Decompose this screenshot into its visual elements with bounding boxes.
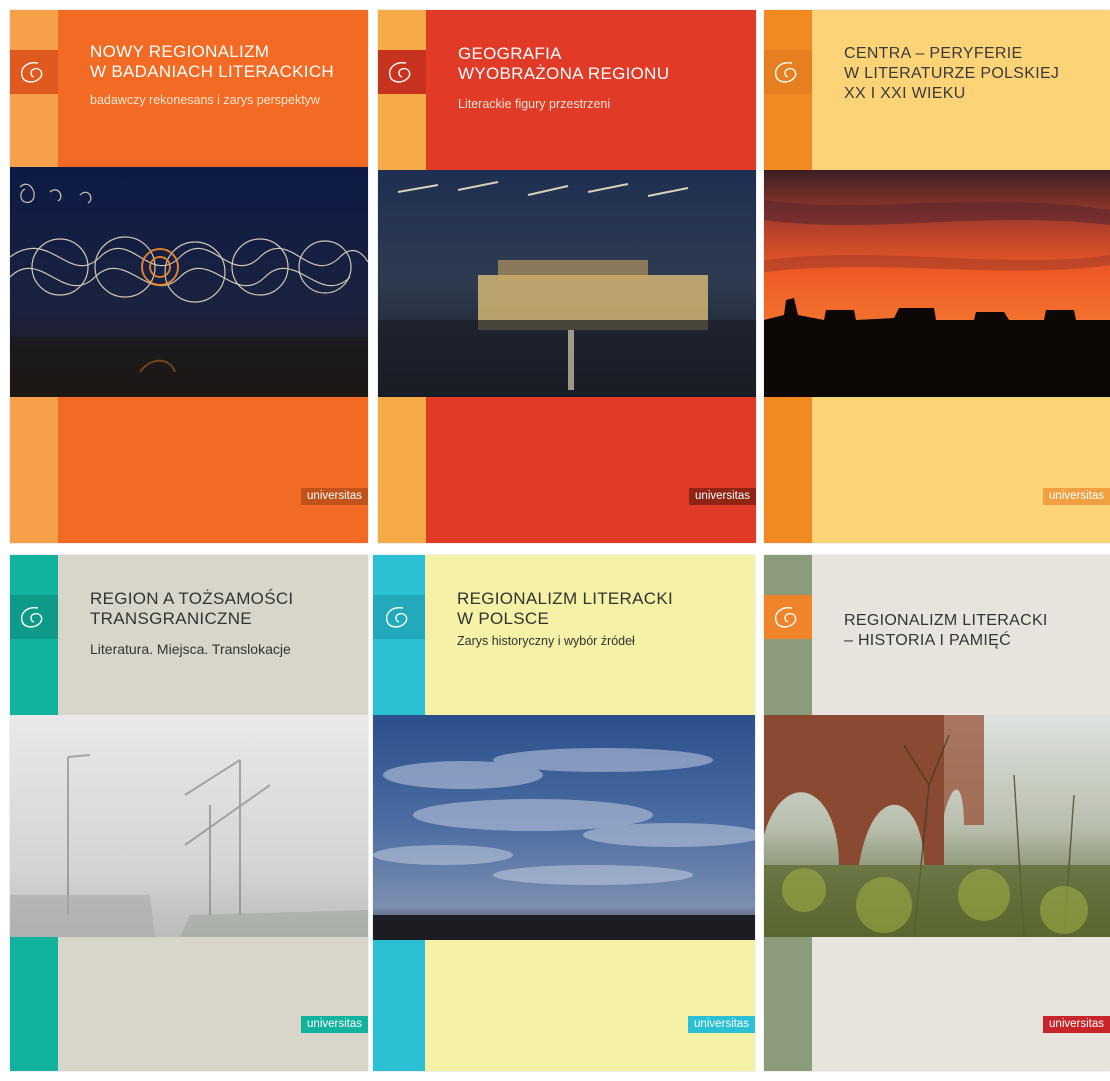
book-title: REGIONALIZM LITERACKI W POLSCE <box>457 589 674 628</box>
book-title: REGION A TOŻSAMOŚCI TRANSGRANICZNE <box>90 589 294 628</box>
cover-photo-blurred-city-night <box>378 170 756 397</box>
book-subtitle: badawczy rekonesans i zarys perspektyw <box>90 93 320 107</box>
book-cover-regionalizm-historia-i-pamiec[interactable]: REGIONALIZM LITERACKI – HISTORIA I PAMIĘ… <box>764 555 1110 1071</box>
publisher-label: universitas <box>1043 488 1110 505</box>
book-title: NOWY REGIONALIZM W BADANIACH LITERACKICH <box>90 42 334 81</box>
book-cover-centra-peryferie[interactable]: CENTRA – PERYFERIE W LITERATURZE POLSKIE… <box>764 10 1110 543</box>
book-subtitle: Zarys historyczny i wybór źródeł <box>457 634 635 648</box>
series-logo-icon <box>10 50 58 94</box>
cover-photo-cloudy-sky <box>373 715 755 940</box>
book-title: REGIONALIZM LITERACKI – HISTORIA I PAMIĘ… <box>844 612 1048 649</box>
book-title: CENTRA – PERYFERIE W LITERATURZE POLSKIE… <box>844 45 1060 102</box>
series-logo-icon <box>378 50 426 94</box>
series-logo-icon <box>764 50 812 94</box>
publisher-label: universitas <box>301 1016 368 1033</box>
series-logo-icon <box>373 595 425 639</box>
book-cover-region-a-tozsamosci[interactable]: REGION A TOŻSAMOŚCI TRANSGRANICZNE Liter… <box>10 555 368 1071</box>
book-title: GEOGRAFIA WYOBRAŻONA REGIONU <box>458 44 670 83</box>
cover-photo-brick-viaduct <box>764 715 1110 937</box>
series-logo-icon <box>10 595 58 639</box>
series-logo-icon <box>764 595 812 639</box>
publisher-label: universitas <box>689 488 756 505</box>
book-cover-regionalizm-w-polsce[interactable]: REGIONALIZM LITERACKI W POLSCE Zarys his… <box>373 555 755 1071</box>
book-cover-nowy-regionalizm[interactable]: NOWY REGIONALIZM W BADANIACH LITERACKICH… <box>10 10 368 543</box>
publisher-label: universitas <box>301 488 368 505</box>
book-subtitle: Literatura. Miejsca. Translokacje <box>90 641 291 657</box>
book-cover-geografia-wyobrazona[interactable]: GEOGRAFIA WYOBRAŻONA REGIONU Literackie … <box>378 10 756 543</box>
cover-photo-sunset-skyline <box>764 170 1110 397</box>
cover-photo-foggy-railway <box>10 715 368 937</box>
publisher-label: universitas <box>1043 1016 1110 1033</box>
book-subtitle: Literackie figury przestrzeni <box>458 97 611 111</box>
cover-photo-light-trails <box>10 167 368 397</box>
publisher-label: universitas <box>688 1016 755 1033</box>
